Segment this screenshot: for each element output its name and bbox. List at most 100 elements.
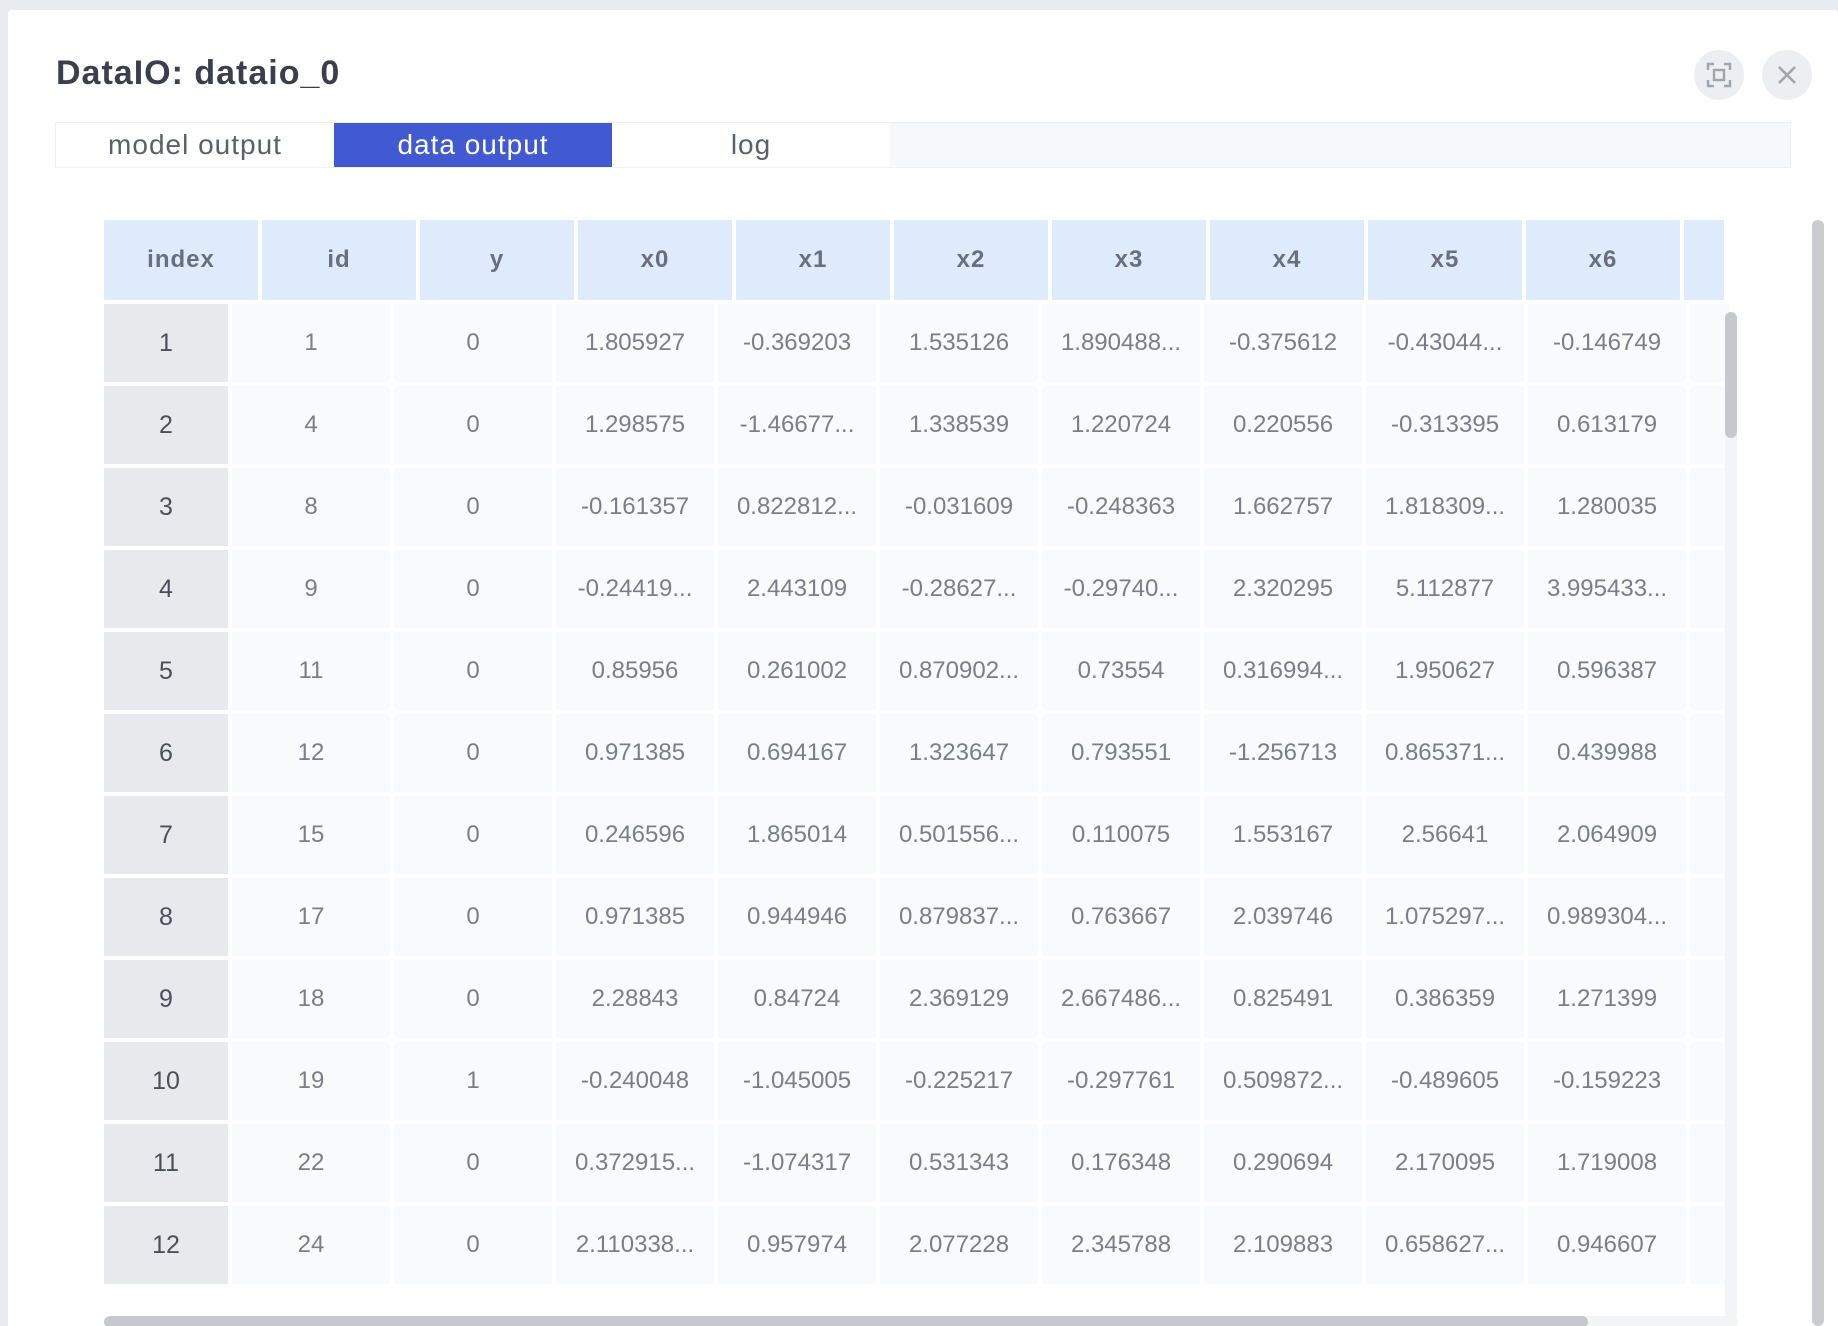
table-cell-overflow bbox=[1690, 550, 1730, 628]
table-cell-overflow bbox=[1690, 1042, 1730, 1120]
table-row[interactable]: 6 12 0 0.971385 0.694167 1.323647 0.793551 -1.2… bbox=[104, 714, 1734, 792]
dialog-scroll-thumb[interactable] bbox=[1812, 220, 1824, 1326]
table-row[interactable]: 7 15 0 0.246596 1.865014 0.501556... 0.110075 1… bbox=[104, 796, 1734, 874]
table-cell: 8 bbox=[232, 468, 390, 546]
table-cell: 0.763667 bbox=[1042, 878, 1200, 956]
table-row[interactable]: 8 17 0 0.971385 0.944946 0.879837... 0.763667 2… bbox=[104, 878, 1734, 956]
table-cell-overflow bbox=[1690, 304, 1730, 382]
table-cell-overflow bbox=[1690, 386, 1730, 464]
table-cell: 0.989304... bbox=[1528, 878, 1686, 956]
table-row[interactable]: 11 22 0 0.372915... -1.074317 0.531343 0.17634… bbox=[104, 1124, 1734, 1202]
table-row[interactable]: 4 9 0 -0.24419... 2.443109 -0.28627... -0.2974… bbox=[104, 550, 1734, 628]
table-cell: 1.535126 bbox=[880, 304, 1038, 382]
table-cell: 2.28843 bbox=[556, 960, 714, 1038]
table-row[interactable]: 3 8 0 -0.161357 0.822812... -0.031609 -0.24836… bbox=[104, 468, 1734, 546]
table-cell: 2.667486... bbox=[1042, 960, 1200, 1038]
table-cell: -0.375612 bbox=[1204, 304, 1362, 382]
table-cell: 1.338539 bbox=[880, 386, 1038, 464]
vertical-scrollbar[interactable] bbox=[1725, 312, 1737, 1320]
table-cell: 1.271399 bbox=[1528, 960, 1686, 1038]
table-cell: 18 bbox=[232, 960, 390, 1038]
table-cell: 0.944946 bbox=[718, 878, 876, 956]
table-cell: -0.24419... bbox=[556, 550, 714, 628]
table-cell: -1.256713 bbox=[1204, 714, 1362, 792]
table-cell: 15 bbox=[232, 796, 390, 874]
table-cell: 5.112877 bbox=[1366, 550, 1524, 628]
vertical-scroll-thumb[interactable] bbox=[1725, 312, 1737, 438]
table-cell: 0 bbox=[394, 960, 552, 1038]
table-cell: 2.109883 bbox=[1204, 1206, 1362, 1284]
table-cell: 0.531343 bbox=[880, 1124, 1038, 1202]
table-cell: 0 bbox=[394, 1206, 552, 1284]
table-cell: 0.946607 bbox=[1528, 1206, 1686, 1284]
table-cell: 17 bbox=[232, 878, 390, 956]
table-row[interactable]: 5 11 0 0.85956 0.261002 0.870902... 0.73554 0.3… bbox=[104, 632, 1734, 710]
table-cell: 0 bbox=[394, 632, 552, 710]
column-header-overflow bbox=[1684, 220, 1724, 300]
fullscreen-icon bbox=[1706, 62, 1732, 88]
tab-model-output[interactable]: model output bbox=[56, 123, 334, 167]
row-index-cell: 3 bbox=[104, 468, 228, 546]
table-cell: 0.971385 bbox=[556, 714, 714, 792]
table-cell: 1.553167 bbox=[1204, 796, 1362, 874]
fullscreen-button[interactable] bbox=[1694, 50, 1744, 100]
table-cell: 0.386359 bbox=[1366, 960, 1524, 1038]
table-cell: 0 bbox=[394, 386, 552, 464]
table-cell: 12 bbox=[232, 714, 390, 792]
column-header-y[interactable]: y bbox=[420, 220, 574, 300]
row-index-cell: 8 bbox=[104, 878, 228, 956]
table-cell: 0 bbox=[394, 468, 552, 546]
table-cell: 0.658627... bbox=[1366, 1206, 1524, 1284]
table-cell: 1.075297... bbox=[1366, 878, 1524, 956]
table-cell: 0 bbox=[394, 878, 552, 956]
table-cell: -0.28627... bbox=[880, 550, 1038, 628]
table-cell: -0.031609 bbox=[880, 468, 1038, 546]
table-cell: 2.064909 bbox=[1528, 796, 1686, 874]
table-cell: 2.077228 bbox=[880, 1206, 1038, 1284]
table-row[interactable]: 9 18 0 2.28843 0.84724 2.369129 2.667486... 0.8… bbox=[104, 960, 1734, 1038]
table-cell: 0.261002 bbox=[718, 632, 876, 710]
table-cell: 11 bbox=[232, 632, 390, 710]
column-header-x6[interactable]: x6 bbox=[1526, 220, 1680, 300]
table-cell: -0.159223 bbox=[1528, 1042, 1686, 1120]
table-cell: 0 bbox=[394, 1124, 552, 1202]
table-cell: -0.297761 bbox=[1042, 1042, 1200, 1120]
column-header-x4[interactable]: x4 bbox=[1210, 220, 1364, 300]
table-header: index id y x0 x1 x2 x3 x4 x5 x6 bbox=[104, 220, 1728, 300]
table-cell: 0.85956 bbox=[556, 632, 714, 710]
table-cell: 0.694167 bbox=[718, 714, 876, 792]
close-button[interactable] bbox=[1762, 50, 1812, 100]
table-cell: 0 bbox=[394, 714, 552, 792]
table-cell: 0.501556... bbox=[880, 796, 1038, 874]
row-index-cell: 12 bbox=[104, 1206, 228, 1284]
horizontal-scroll-thumb[interactable] bbox=[104, 1316, 1588, 1326]
row-index-cell: 4 bbox=[104, 550, 228, 628]
table-cell: -1.045005 bbox=[718, 1042, 876, 1120]
table-cell: -1.46677... bbox=[718, 386, 876, 464]
table-cell: -0.161357 bbox=[556, 468, 714, 546]
column-header-index[interactable]: index bbox=[104, 220, 258, 300]
table-cell: 2.56641 bbox=[1366, 796, 1524, 874]
column-header-x3[interactable]: x3 bbox=[1052, 220, 1206, 300]
column-header-x0[interactable]: x0 bbox=[578, 220, 732, 300]
row-index-cell: 7 bbox=[104, 796, 228, 874]
table-row[interactable]: 12 24 0 2.110338... 0.957974 2.077228 2.345788… bbox=[104, 1206, 1734, 1284]
table-row[interactable]: 10 19 1 -0.240048 -1.045005 -0.225217 -0.29776… bbox=[104, 1042, 1734, 1120]
tab-data-output[interactable]: data output bbox=[334, 123, 612, 167]
table-cell-overflow bbox=[1690, 878, 1730, 956]
table-cell: 1.950627 bbox=[1366, 632, 1524, 710]
table-cell-overflow bbox=[1690, 960, 1730, 1038]
table-row[interactable]: 1 1 0 1.805927 -0.369203 1.535126 1.890488... -… bbox=[104, 304, 1734, 382]
table-cell: -0.240048 bbox=[556, 1042, 714, 1120]
tab-log[interactable]: log bbox=[612, 123, 890, 167]
table-cell: 24 bbox=[232, 1206, 390, 1284]
column-header-id[interactable]: id bbox=[262, 220, 416, 300]
table-cell: 0.439988 bbox=[1528, 714, 1686, 792]
column-header-x1[interactable]: x1 bbox=[736, 220, 890, 300]
row-index-cell: 2 bbox=[104, 386, 228, 464]
column-header-x2[interactable]: x2 bbox=[894, 220, 1048, 300]
column-header-x5[interactable]: x5 bbox=[1368, 220, 1522, 300]
table-cell: 2.320295 bbox=[1204, 550, 1362, 628]
table-row[interactable]: 2 4 0 1.298575 -1.46677... 1.338539 1.220724 0.… bbox=[104, 386, 1734, 464]
table-cell: 2.369129 bbox=[880, 960, 1038, 1038]
